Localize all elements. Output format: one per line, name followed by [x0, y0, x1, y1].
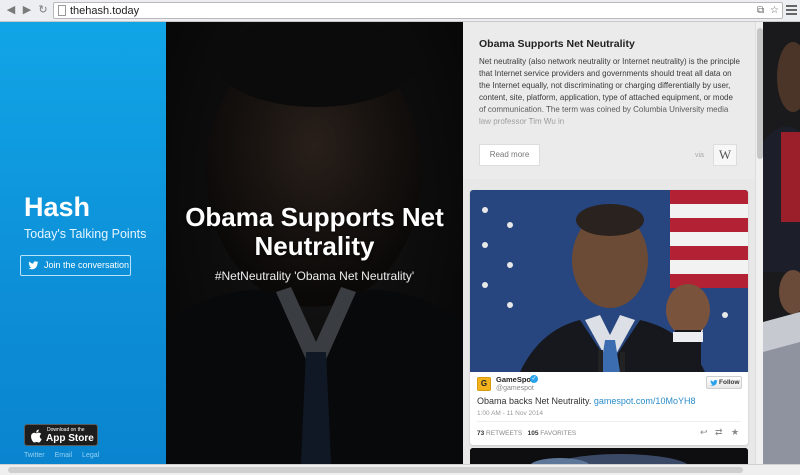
horizontal-scroll-thumb[interactable]	[8, 467, 743, 473]
tweet-actions: ↩ ⇄ ★	[700, 427, 742, 438]
tweet-stats: 73 RETWEETS 105 FAVORITES	[477, 430, 576, 437]
vertical-scrollbar[interactable]	[755, 22, 763, 464]
favorite-label: FAVORITES	[540, 430, 577, 437]
wiki-card-title: Obama Supports Net Neutrality	[479, 38, 635, 50]
twitter-bird-icon	[710, 379, 718, 386]
retweet-label: RETWEETS	[486, 430, 523, 437]
forward-arrow-icon[interactable]: ▶	[21, 4, 33, 16]
menu-icon[interactable]	[786, 3, 797, 17]
twitter-bird-icon	[28, 261, 39, 270]
join-conversation-button[interactable]: Join the conversation	[20, 255, 131, 276]
tweet-timestamp[interactable]: 1:00 AM - 11 Nov 2014	[477, 410, 543, 417]
app-store-badge[interactable]: Download on the App Store	[24, 424, 98, 446]
footer-link-twitter[interactable]: Twitter	[24, 452, 45, 459]
follow-label: Follow	[719, 379, 740, 386]
via-label: via	[695, 152, 704, 159]
wikipedia-card: Obama Supports Net Neutrality Net neutra…	[463, 22, 755, 179]
star-icon[interactable]: ☆	[770, 4, 779, 18]
tweet-author-name[interactable]: GameSpot	[496, 375, 534, 384]
tweet-link[interactable]: gamespot.com/10MoYH8	[594, 396, 696, 406]
url-text: thehash.today	[70, 5, 140, 17]
reload-icon[interactable]: ↻	[37, 4, 49, 16]
gamespot-avatar[interactable]: G	[477, 377, 491, 391]
favorite-count: 105	[527, 430, 539, 437]
browser-toolbar: ◀ ▶ ↻ thehash.today ⧉ ☆	[0, 0, 800, 22]
right-partial-photo[interactable]	[763, 22, 800, 464]
page-icon	[58, 5, 66, 16]
tweet-card: G GameSpot ✓ @gamespot Follow Obama back…	[470, 190, 748, 445]
read-more-button[interactable]: Read more	[479, 144, 540, 166]
reply-icon[interactable]: ↩	[700, 427, 708, 438]
partial-photo-image	[763, 22, 800, 464]
sidebar: Hash Today's Talking Points Join the con…	[0, 22, 166, 464]
tagline: Today's Talking Points	[24, 227, 147, 241]
address-bar[interactable]: thehash.today ⧉ ☆	[53, 2, 783, 19]
footer-links: Twitter Email Legal	[24, 452, 107, 459]
verified-badge-icon: ✓	[530, 375, 538, 383]
hero-hashtags: #NetNeutrality 'Obama Net Neutrality'	[214, 269, 415, 283]
tweet-photo[interactable]	[470, 190, 748, 372]
apple-icon	[31, 429, 42, 443]
next-card-image	[470, 448, 748, 464]
feed-column: Obama Supports Net Neutrality Net neutra…	[463, 22, 755, 464]
wikipedia-logo-icon[interactable]: W	[713, 144, 737, 166]
follow-button[interactable]: Follow	[706, 376, 742, 389]
retweet-count: 73	[477, 430, 485, 437]
appstore-big-text: App Store	[46, 433, 94, 444]
brand-title[interactable]: Hash	[24, 192, 90, 223]
extension-icon[interactable]: ⧉	[757, 4, 764, 18]
horizontal-scrollbar[interactable]	[0, 464, 800, 475]
tweet-text: Obama backs Net Neutrality. gamespot.com…	[477, 396, 695, 406]
hero-title: Obama Supports Net Neutrality	[185, 202, 444, 261]
tweet-image	[470, 190, 748, 372]
next-card-preview[interactable]	[470, 448, 748, 464]
hero-panel: Obama Supports Net Neutrality #NetNeutra…	[166, 22, 463, 464]
text-fade	[479, 104, 741, 134]
divider	[477, 421, 741, 422]
tweet-author-handle[interactable]: @gamespot	[496, 385, 534, 392]
tweet-body: Obama backs Net Neutrality.	[477, 396, 592, 406]
retweet-icon[interactable]: ⇄	[715, 427, 723, 438]
join-label: Join the conversation	[44, 260, 130, 270]
back-arrow-icon[interactable]: ◀	[5, 4, 17, 16]
footer-link-legal[interactable]: Legal	[82, 452, 99, 459]
footer-link-email[interactable]: Email	[55, 452, 73, 459]
favorite-star-icon[interactable]: ★	[731, 427, 739, 438]
